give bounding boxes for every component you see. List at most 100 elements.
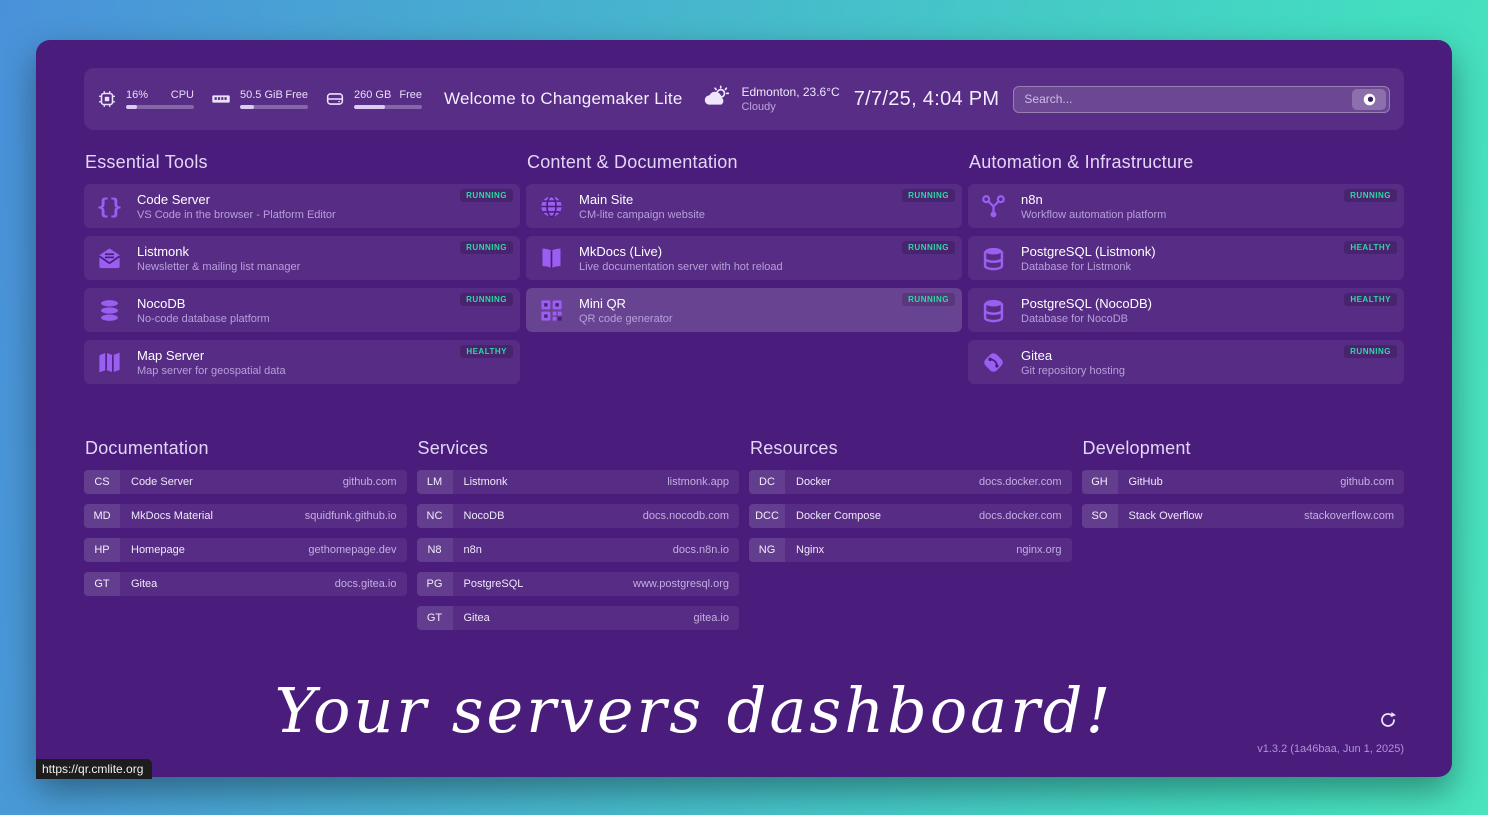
service-description: Workflow automation platform — [1021, 209, 1166, 221]
dashboard-panel: 16% CPU 50.5 GiB Free 260 GB Free — [36, 40, 1452, 777]
stat-progress-fill — [126, 105, 137, 109]
stat-progress-fill — [354, 105, 385, 109]
bookmark-name: Stack Overflow — [1129, 510, 1203, 522]
bookmark-groups: Documentation CS Code Server github.com … — [84, 438, 1404, 640]
database-icon — [980, 297, 1007, 324]
disk-icon — [324, 88, 346, 110]
service-name: Listmonk — [137, 244, 300, 259]
bookmark-domain: squidfunk.github.io — [305, 510, 397, 522]
stat-progress-bar — [240, 105, 308, 109]
service-description: CM-lite campaign website — [579, 209, 705, 221]
refresh-button[interactable] — [1378, 709, 1400, 731]
bookmark-link[interactable]: GT Gitea docs.gitea.io — [84, 572, 407, 596]
bookmark-abbr: GH — [1082, 470, 1118, 494]
weather-widget[interactable]: Edmonton, 23.6°C Cloudy — [702, 84, 839, 114]
service-status-badge: HEALTHY — [1344, 293, 1397, 306]
gitea-icon — [980, 349, 1007, 376]
service-card[interactable]: Gitea Git repository hosting RUNNING — [968, 340, 1404, 384]
bookmark-domain: www.postgresql.org — [633, 578, 729, 590]
service-group: Automation & Infrastructure n8n Workflow… — [968, 152, 1404, 392]
stat-progress-fill — [240, 105, 254, 109]
bookmark-abbr: DC — [749, 470, 785, 494]
service-description: Newsletter & mailing list manager — [137, 261, 300, 273]
service-card[interactable]: Map Server Map server for geospatial dat… — [84, 340, 520, 384]
service-card[interactable]: {} Code Server VS Code in the browser - … — [84, 184, 520, 228]
service-name: Gitea — [1021, 348, 1125, 363]
service-status-badge: HEALTHY — [1344, 241, 1397, 254]
search-engine-button[interactable] — [1352, 89, 1386, 110]
bookmark-domain: docs.docker.com — [979, 476, 1062, 488]
service-status-badge: RUNNING — [1344, 189, 1397, 202]
bookmark-abbr: DCC — [749, 504, 785, 528]
database-icon — [980, 245, 1007, 272]
bookmark-link[interactable]: LM Listmonk listmonk.app — [417, 470, 740, 494]
bookmark-domain: docs.docker.com — [979, 510, 1062, 522]
service-status-badge: RUNNING — [902, 241, 955, 254]
bookmark-link[interactable]: HP Homepage gethomepage.dev — [84, 538, 407, 562]
bookmark-abbr: GT — [417, 606, 453, 630]
service-description: Database for Listmonk — [1021, 261, 1156, 273]
resource-stats: 16% CPU 50.5 GiB Free 260 GB Free — [96, 88, 422, 110]
service-description: VS Code in the browser - Platform Editor — [137, 209, 336, 221]
weather-location: Edmonton, 23.6°C — [741, 85, 839, 99]
service-status-badge: RUNNING — [460, 293, 513, 306]
service-name: Main Site — [579, 192, 705, 207]
service-name: MkDocs (Live) — [579, 244, 783, 259]
bookmark-link[interactable]: DCC Docker Compose docs.docker.com — [749, 504, 1072, 528]
ram-icon — [210, 88, 232, 110]
service-card[interactable]: n8n Workflow automation platform RUNNING — [968, 184, 1404, 228]
search-input[interactable] — [1024, 92, 1352, 106]
bookmark-name: Docker Compose — [796, 510, 881, 522]
stat-value: 50.5 GiB — [240, 89, 283, 101]
bookmark-link[interactable]: NG Nginx nginx.org — [749, 538, 1072, 562]
bookmark-abbr: LM — [417, 470, 453, 494]
bookmark-abbr: NG — [749, 538, 785, 562]
service-description: Map server for geospatial data — [137, 365, 286, 377]
service-card[interactable]: Mini QR QR code generator RUNNING — [526, 288, 962, 332]
service-name: Mini QR — [579, 296, 673, 311]
browser-status-url: https://qr.cmlite.org — [36, 759, 152, 779]
page-title: Welcome to Changemaker Lite — [444, 89, 682, 109]
service-status-badge: RUNNING — [1344, 345, 1397, 358]
weather-text: Edmonton, 23.6°C Cloudy — [741, 85, 839, 113]
bookmark-link[interactable]: MD MkDocs Material squidfunk.github.io — [84, 504, 407, 528]
service-description: Git repository hosting — [1021, 365, 1125, 377]
bookmark-group-title: Resources — [750, 438, 1072, 459]
bookmark-link[interactable]: GH GitHub github.com — [1082, 470, 1405, 494]
stat-progress-bar — [126, 105, 194, 109]
bookmark-link[interactable]: NC NocoDB docs.nocodb.com — [417, 504, 740, 528]
cpu-icon — [96, 88, 118, 110]
bookmark-name: Gitea — [131, 578, 157, 590]
bookmark-link[interactable]: PG PostgreSQL www.postgresql.org — [417, 572, 740, 596]
service-card[interactable]: MkDocs (Live) Live documentation server … — [526, 236, 962, 280]
bookmark-group: Resources DC Docker docs.docker.com DCC … — [749, 438, 1072, 572]
bookmark-domain: github.com — [343, 476, 397, 488]
service-description: No-code database platform — [137, 313, 270, 325]
service-card[interactable]: PostgreSQL (Listmonk) Database for Listm… — [968, 236, 1404, 280]
globe-icon — [538, 193, 565, 220]
book-icon — [538, 245, 565, 272]
service-status-badge: HEALTHY — [460, 345, 513, 358]
bookmark-link[interactable]: DC Docker docs.docker.com — [749, 470, 1072, 494]
service-status-badge: RUNNING — [902, 293, 955, 306]
bookmark-domain: docs.gitea.io — [335, 578, 397, 590]
weather-condition: Cloudy — [741, 101, 839, 113]
bookmark-link[interactable]: GT Gitea gitea.io — [417, 606, 740, 630]
service-status-badge: RUNNING — [460, 189, 513, 202]
service-status-badge: RUNNING — [902, 189, 955, 202]
resource-stat: 50.5 GiB Free — [210, 88, 308, 110]
bookmark-group: Documentation CS Code Server github.com … — [84, 438, 407, 606]
bookmark-link[interactable]: CS Code Server github.com — [84, 470, 407, 494]
stat-progress-bar — [354, 105, 422, 109]
bookmark-link[interactable]: N8 n8n docs.n8n.io — [417, 538, 740, 562]
bookmark-abbr: SO — [1082, 504, 1118, 528]
bookmark-name: Homepage — [131, 544, 185, 556]
bookmark-name: NocoDB — [464, 510, 505, 522]
service-card[interactable]: Listmonk Newsletter & mailing list manag… — [84, 236, 520, 280]
service-card[interactable]: PostgreSQL (NocoDB) Database for NocoDB … — [968, 288, 1404, 332]
svg-text:{}: {} — [97, 194, 123, 219]
bookmark-link[interactable]: SO Stack Overflow stackoverflow.com — [1082, 504, 1405, 528]
service-card[interactable]: NocoDB No-code database platform RUNNING — [84, 288, 520, 332]
bookmark-domain: stackoverflow.com — [1304, 510, 1394, 522]
service-card[interactable]: Main Site CM-lite campaign website RUNNI… — [526, 184, 962, 228]
